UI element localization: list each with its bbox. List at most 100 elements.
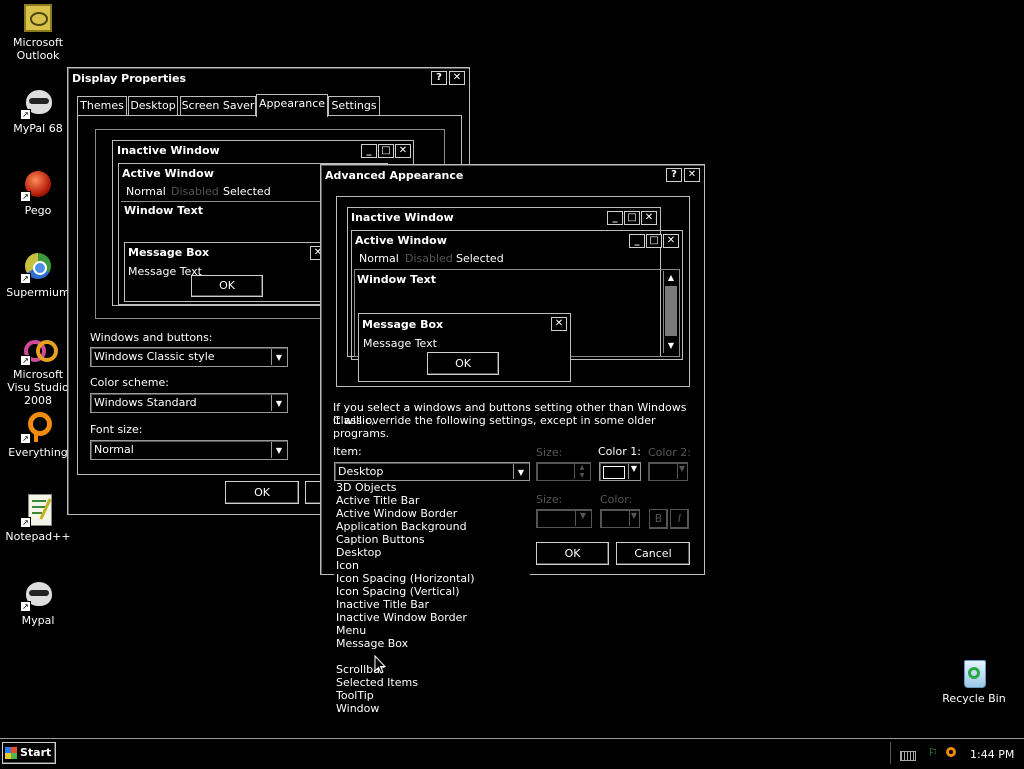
italic-button[interactable]: I (670, 509, 689, 529)
list-item[interactable]: Active Title Bar (334, 494, 530, 507)
desktop-icon-pego[interactable]: ↗ Pego (0, 168, 76, 217)
font-size-select[interactable]: ▼ (536, 509, 592, 528)
list-item-hidden[interactable] (334, 650, 530, 663)
desktop-icon-notepadpp[interactable]: ↗ Notepad++ (0, 494, 76, 543)
adv-scrollbar: ▲ ▼ (663, 271, 678, 353)
tab-desktop[interactable]: Desktop (128, 96, 178, 115)
font-size-select[interactable]: Normal ▼ (90, 440, 288, 460)
desktop-icon-everything[interactable]: ↗ Everything (0, 410, 76, 459)
select-value: Desktop (338, 465, 384, 478)
minimize-icon: _ (629, 234, 645, 248)
desktop-icon-visual-studio[interactable]: ↗ Microsoft Visu Studio 2008 (0, 332, 76, 407)
chevron-down-icon[interactable]: ▼ (271, 442, 286, 458)
font-color-picker[interactable]: ▼ (600, 509, 640, 528)
list-item[interactable]: Selected Items (334, 676, 530, 689)
maximize-icon: □ (646, 234, 662, 248)
adv-msgbox-title: Message Box (362, 318, 444, 331)
list-item[interactable]: Menu (334, 624, 530, 637)
cancel-button[interactable]: Cancel (616, 542, 690, 565)
close-icon: ✕ (551, 317, 567, 331)
spinner-icon[interactable]: ▲ ▼ (574, 464, 589, 479)
icon-label: Microsoft Outlook (12, 36, 64, 62)
close-icon: ✕ (395, 144, 411, 158)
list-item[interactable]: Icon Spacing (Vertical) (334, 585, 530, 598)
shortcut-arrow-icon: ↗ (20, 355, 31, 366)
color1-picker[interactable]: ▼ (599, 462, 641, 481)
adv-preview-message-box: Message Box ✕ Message Text OK (358, 313, 571, 382)
help-button[interactable]: ? (666, 168, 682, 182)
icon-label: Everything (8, 446, 68, 459)
desktop-icon-mypal68[interactable]: ↗ MyPal 68 (0, 86, 76, 135)
mouse-cursor-icon (374, 655, 386, 674)
list-item[interactable]: Application Background (334, 520, 530, 533)
window-title: Advanced Appearance (325, 169, 464, 182)
desktop-icon-mypal[interactable]: ↗ Mypal (0, 578, 76, 627)
list-item[interactable]: Inactive Title Bar (334, 598, 530, 611)
list-item[interactable]: Active Window Border (334, 507, 530, 520)
raccoon-icon: ↗ (20, 86, 54, 120)
list-item[interactable]: 3D Objects (334, 481, 530, 494)
scroll-down-icon: ▼ (667, 341, 675, 350)
list-item[interactable]: Desktop (334, 546, 530, 559)
item-select[interactable]: Desktop ▼ (334, 462, 530, 481)
chevron-down-icon[interactable]: ▼ (271, 349, 286, 365)
color2-picker[interactable]: ▼ (648, 462, 688, 481)
search-ring-icon: ↗ (20, 410, 54, 444)
color-scheme-select[interactable]: Windows Standard ▼ (90, 393, 288, 413)
minimize-icon: _ (607, 211, 623, 225)
list-item[interactable]: Window (334, 702, 530, 715)
chevron-down-icon[interactable]: ▼ (628, 464, 639, 479)
chevron-down-icon[interactable]: ▼ (513, 464, 528, 479)
shortcut-arrow-icon: ↗ (20, 517, 31, 528)
chevron-down-icon[interactable]: ▼ (271, 395, 286, 411)
list-item[interactable]: Caption Buttons (334, 533, 530, 546)
shortcut-arrow-icon: ↗ (20, 191, 31, 202)
icon-label: Notepad++ (5, 530, 71, 543)
ok-button[interactable]: OK (225, 481, 299, 504)
maximize-icon: □ (378, 144, 394, 158)
list-item[interactable]: Scrollbar (334, 663, 530, 676)
tab-themes[interactable]: Themes (77, 96, 127, 115)
list-item[interactable]: ToolTip (334, 689, 530, 702)
list-item[interactable]: Icon Spacing (Horizontal) (334, 572, 530, 585)
taskbar: Start ⚐ 1:44 PM (0, 738, 1024, 769)
adv-inactive-title: Inactive Window (351, 211, 454, 224)
desktop-icon-recycle-bin[interactable]: Recycle Bin (936, 656, 1012, 705)
notepad-icon: ↗ (20, 494, 54, 528)
adv-msgbox-text: Message Text (363, 337, 437, 350)
adv-menu-disabled: Disabled (405, 252, 453, 265)
maximize-icon: □ (624, 211, 640, 225)
tab-appearance[interactable]: Appearance (256, 94, 328, 117)
chevron-down-icon[interactable]: ▼ (677, 464, 686, 479)
list-item[interactable]: Icon (334, 559, 530, 572)
desktop-icon-outlook[interactable]: Microsoft Outlook (0, 4, 76, 62)
list-item[interactable]: Inactive Window Border (334, 611, 530, 624)
help-button[interactable]: ? (431, 71, 447, 85)
shortcut-arrow-icon: ↗ (20, 601, 31, 612)
color-swatch (603, 466, 625, 479)
adv-window-text: Window Text (357, 273, 437, 286)
everything-tray-icon[interactable] (946, 747, 956, 757)
close-button[interactable]: ✕ (684, 168, 700, 182)
keyboard-icon[interactable] (900, 751, 916, 761)
network-tray-icon[interactable]: ⚐ (928, 747, 940, 759)
size-spinner[interactable]: ▲ ▼ (536, 462, 591, 481)
item-dropdown-list[interactable]: 3D Objects Active Title Bar Active Windo… (334, 481, 530, 715)
ok-button[interactable]: OK (536, 542, 609, 565)
tab-settings[interactable]: Settings (328, 96, 380, 115)
recycle-bin-icon (958, 656, 990, 688)
tab-screen-saver[interactable]: Screen Saver (180, 96, 256, 115)
windows-buttons-select[interactable]: Windows Classic style ▼ (90, 347, 288, 367)
size-label: Size: (536, 446, 563, 459)
chevron-down-icon[interactable]: ▼ (629, 511, 638, 526)
preview-menu-disabled: Disabled (171, 185, 219, 198)
windows-logo-icon (5, 747, 17, 759)
start-button[interactable]: Start (2, 742, 56, 764)
chevron-down-icon[interactable]: ▼ (575, 511, 590, 526)
preview-active-title: Active Window (122, 167, 214, 180)
clock[interactable]: 1:44 PM (970, 748, 1014, 761)
desktop-icon-supermium[interactable]: ↗ Supermium (0, 250, 76, 299)
close-button[interactable]: ✕ (449, 71, 465, 85)
list-item[interactable]: Message Box (334, 637, 530, 650)
bold-button[interactable]: B (649, 509, 668, 529)
